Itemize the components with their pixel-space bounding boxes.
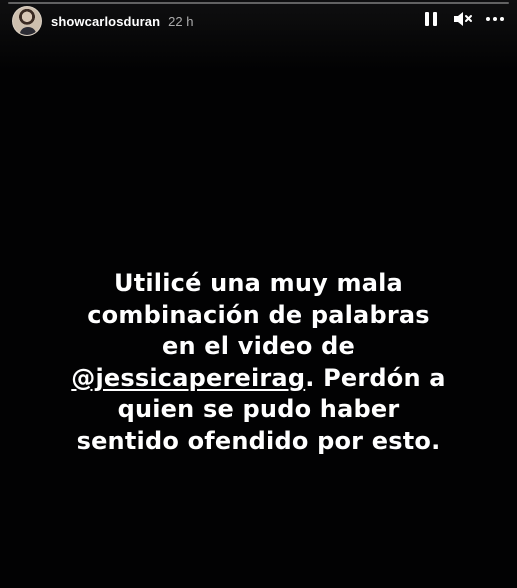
mute-button[interactable] [451, 7, 475, 31]
mention-link[interactable]: @jessicapereirag [71, 364, 305, 392]
pause-icon [425, 12, 437, 26]
more-options-button[interactable] [483, 7, 507, 31]
caption-line: @jessicapereirag. Perdón a [0, 363, 517, 395]
caption-line: Utilicé una muy mala [114, 269, 403, 297]
more-options-icon [486, 17, 504, 21]
story-caption: Utilicé una muy mala combinación de pala… [0, 268, 517, 457]
timestamp: 22 h [168, 13, 194, 29]
story-header: showcarlosduran 22 h [12, 5, 193, 37]
caption-line: combinación de palabras [87, 300, 430, 329]
username[interactable]: showcarlosduran [51, 14, 160, 29]
caption-line: en el video de [161, 332, 355, 360]
avatar[interactable] [12, 6, 42, 36]
story-viewer[interactable]: showcarlosduran 22 h Utilicé una muy mal… [0, 0, 517, 588]
volume-muted-icon [454, 12, 472, 26]
caption-line: quien se pudo haber [117, 395, 400, 423]
story-progress-bar [8, 2, 509, 4]
caption-text: . Perdón a [305, 363, 446, 392]
story-controls [419, 7, 507, 31]
caption-line: sentido ofendido por esto. [76, 426, 441, 455]
pause-button[interactable] [419, 7, 443, 31]
